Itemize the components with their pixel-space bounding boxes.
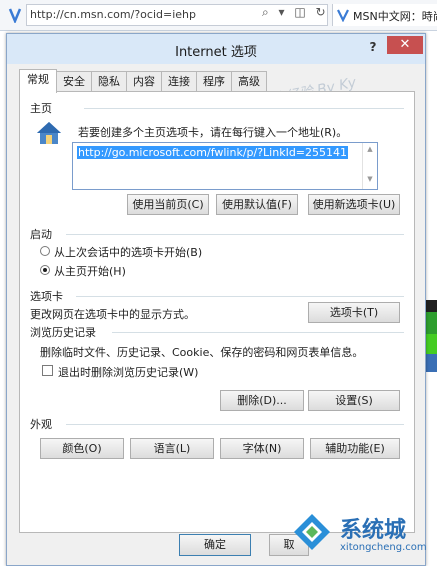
divider [84, 108, 404, 109]
use-default-button[interactable]: 使用默认值(F) [216, 194, 298, 215]
tab-content[interactable]: 内容 [126, 71, 162, 92]
delete-on-exit-label[interactable]: 退出时删除浏览历史记录(W) [58, 364, 198, 380]
history-heading: 浏览历史记录 [30, 326, 96, 339]
tab-privacy[interactable]: 隐私 [91, 71, 127, 92]
address-url: http://cn.msn.com/?ocid=iehp [30, 8, 196, 21]
startup-last-session-radio[interactable] [40, 246, 50, 256]
startup-last-session-label[interactable]: 从上次会话中的选项卡开始(B) [54, 244, 202, 260]
homepage-url-textarea[interactable]: http://go.microsoft.com/fwlink/p/?LinkId… [72, 142, 378, 190]
delete-history-button[interactable]: 删除(D)... [220, 390, 304, 411]
accessibility-button[interactable]: 辅助功能(E) [310, 438, 400, 459]
colors-button[interactable]: 颜色(O) [40, 438, 124, 459]
fonts-button[interactable]: 字体(N) [220, 438, 304, 459]
brand-name: 系统城 [340, 518, 407, 543]
homepage-heading: 主页 [30, 102, 52, 115]
title-bar: Internet 选项 ? ✕ [7, 34, 425, 64]
tabs-settings-button[interactable]: 选项卡(T) [308, 302, 400, 323]
tab-general[interactable]: 常规 [19, 69, 57, 93]
dialog-title: Internet 选项 [175, 45, 257, 60]
tab-security[interactable]: 安全 [56, 71, 92, 92]
browser-tab-title: MSN中文网：時尚 [353, 10, 437, 23]
tab-advanced[interactable]: 高级 [231, 71, 267, 92]
appearance-heading: 外观 [30, 418, 52, 431]
ok-button[interactable]: 确定 [179, 534, 251, 556]
delete-on-exit-checkbox[interactable] [42, 365, 53, 376]
languages-button[interactable]: 语言(L) [130, 438, 214, 459]
use-new-tab-button[interactable]: 使用新选项卡(U) [308, 194, 400, 215]
house-icon [37, 122, 61, 144]
msn-tab-icon [337, 9, 349, 22]
homepage-instruction: 若要创建多个主页选项卡，请在每行键入一个地址(R)。 [78, 126, 348, 139]
tab-connections[interactable]: 连接 [161, 71, 197, 92]
divider [66, 424, 404, 425]
divider [112, 332, 404, 333]
history-settings-button[interactable]: 设置(S) [308, 390, 400, 411]
divider [66, 234, 404, 235]
tabs-description: 更改网页在选项卡中的显示方式。 [30, 308, 195, 321]
brand-url: xitongcheng.com [340, 542, 427, 553]
scroll-down-icon[interactable]: ▼ [363, 175, 377, 183]
textarea-scrollbar[interactable]: ▲ ▼ [362, 143, 377, 189]
divider [76, 296, 404, 297]
startup-homepage-radio[interactable] [40, 265, 50, 275]
general-panel: 主页 若要创建多个主页选项卡，请在每行键入一个地址(R)。 http://go.… [19, 91, 415, 533]
address-toolbar-icons[interactable]: ⌕ ▾ ◫ ↻ [262, 5, 329, 20]
use-current-button[interactable]: 使用当前页(C) [127, 194, 209, 215]
tabs-heading: 选项卡 [30, 290, 63, 303]
homepage-url-value: http://go.microsoft.com/fwlink/p/?LinkId… [77, 146, 349, 159]
browser-address-bar: http://cn.msn.com/?ocid=iehp ⌕ ▾ ◫ ↻ MSN… [0, 0, 437, 31]
help-button[interactable]: ? [364, 38, 382, 56]
browser-tab-msn[interactable]: MSN中文网：時尚 [332, 4, 437, 26]
close-button[interactable]: ✕ [387, 36, 423, 54]
history-description: 删除临时文件、历史记录、Cookie、保存的密码和网页表单信息。 [40, 346, 364, 359]
scroll-up-icon[interactable]: ▲ [363, 145, 377, 153]
startup-heading: 启动 [30, 228, 52, 241]
internet-options-dialog: Internet 选项 ? ✕ 百度经验 By Ky 常规 安全 隐私 内容 连… [6, 33, 426, 566]
msn-logo-icon [8, 8, 22, 23]
tab-programs[interactable]: 程序 [196, 71, 232, 92]
startup-homepage-label[interactable]: 从主页开始(H) [54, 263, 126, 279]
